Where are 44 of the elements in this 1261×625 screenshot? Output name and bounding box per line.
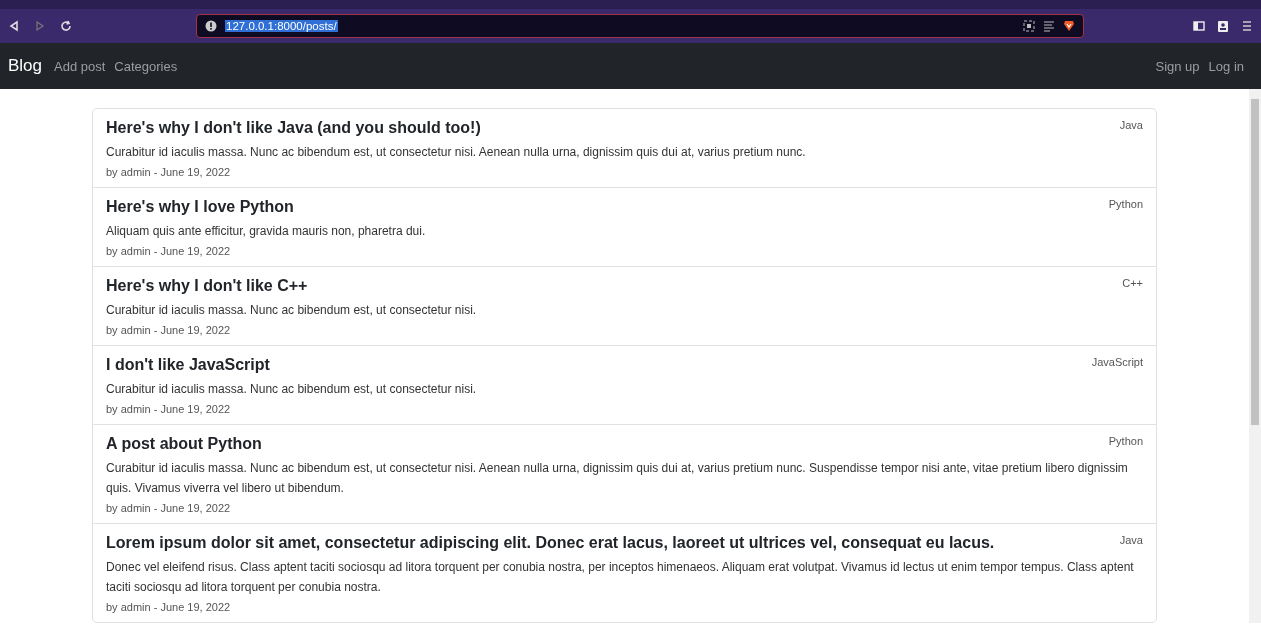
sidebar-icon[interactable] [1193,20,1205,32]
post-title[interactable]: A post about Python [106,433,262,454]
post-title[interactable]: Here's why I don't like C++ [106,275,308,296]
post-meta: by admin - June 19, 2022 [106,244,232,259]
post-title[interactable]: I don't like JavaScript [106,354,270,375]
wallet-icon[interactable] [1217,20,1229,32]
back-icon[interactable] [8,20,20,32]
post-category: Python [1108,197,1143,210]
menu-icon[interactable] [1241,20,1253,32]
brand-link[interactable]: Blog [8,56,43,76]
post-meta: by admin - June 19, 2022 [106,165,232,180]
post-meta: by admin - June 19, 2022 [106,402,232,417]
post-item[interactable]: Here's why I don't like C++ C++ Curabitur id iaculis massa. Nunc ac bibendum est, ut consectetur nisi. by admin - June 19, 2022 [93,266,1156,345]
post-excerpt: Donec vel eleifend risus. Class aptent taciti sociosqu ad litora torquent per conubia nostra, per inceptos himenaeos. Aliquam erat volutpat. Vivamus id lectus ut enim tempor tempus. Class aptent taciti sociosqu ad litora torquent per conubia nostra. [106,559,1135,596]
post-meta: by admin - June 19, 2022 [106,323,232,338]
reader-icon[interactable] [1043,20,1055,32]
post-excerpt: Curabitur id iaculis massa. Nunc ac bibendum est, ut consectetur nisi. [106,381,478,398]
post-item[interactable]: Here's why I love Python Python Aliquam quis ante efficitur, gravida mauris non, pharetra dui. by admin - June 19, 2022 [93,187,1156,266]
warning-icon[interactable] [205,20,217,32]
post-category: JavaScript [1091,355,1143,368]
post-category: C++ [1122,276,1143,289]
post-excerpt: Curabitur id iaculis massa. Nunc ac bibendum est, ut consectetur nisi. Aenean nulla urna, dignissim quis dui at, varius pretium nunc. Suspendisse tempor nisi ante, vitae pretium libero dignissim quis. Vivamus viverra vel libero ut bibendum. [106,460,1129,497]
post-meta: by admin - June 19, 2022 [106,600,232,615]
address-bar[interactable]: 127.0.0.1:8000/posts/ [196,14,1084,38]
forward-icon[interactable] [34,20,46,32]
post-title[interactable]: Lorem ipsum dolor sit amet, consectetur adipiscing elit. Donec erat lacus, laoreet ut ultrices vel, consequat eu lacus. [106,532,995,553]
post-excerpt: Curabitur id iaculis massa. Nunc ac bibendum est, ut consectetur nisi. [106,302,478,319]
shield-icon[interactable] [1063,20,1075,32]
reload-icon[interactable] [60,20,72,32]
post-excerpt: Curabitur id iaculis massa. Nunc ac bibendum est, ut consectetur nisi. Aenean nulla urna, dignissim quis dui at, varius pretium nunc. [106,144,807,161]
post-excerpt: Aliquam quis ante efficitur, gravida mauris non, pharetra dui. [106,223,427,240]
nav-link[interactable]: Add post [54,58,106,74]
post-title[interactable]: Here's why I love Python [106,196,294,217]
post-meta: by admin - June 19, 2022 [106,501,232,516]
post-title[interactable]: Here's why I don't like Java (and you should too!) [106,117,481,138]
post-category: Java [1119,118,1143,131]
nav-link[interactable]: Sign up [1155,58,1200,74]
post-item[interactable]: I don't like JavaScript JavaScript Curabitur id iaculis massa. Nunc ac bibendum est, ut consectetur nisi. by admin - June 19, 2022 [93,345,1156,424]
qr-icon[interactable] [1023,20,1035,32]
nav-link[interactable]: Categories [114,58,178,74]
nav-link[interactable]: Log in [1208,58,1244,74]
scrollbar[interactable] [1249,89,1261,623]
post-category: Python [1108,434,1143,447]
post-category: Java [1119,533,1143,546]
